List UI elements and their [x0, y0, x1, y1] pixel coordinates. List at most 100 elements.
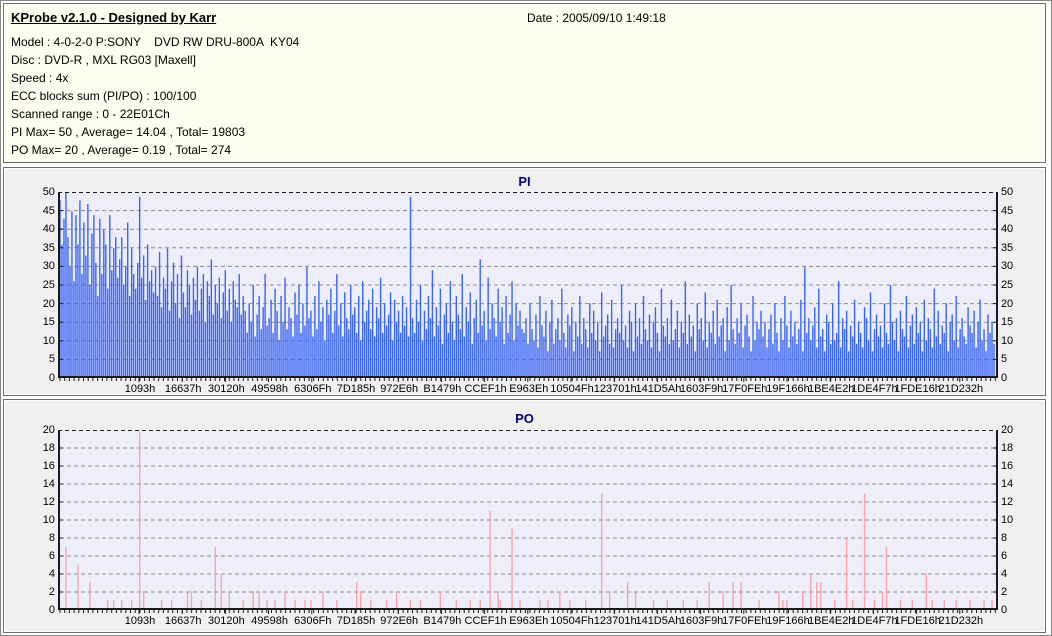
- y-axis-tick-label: 25: [42, 279, 55, 291]
- po-chart-title: PO: [515, 411, 534, 426]
- y-axis-tick-label: 50: [1000, 186, 1014, 198]
- y-axis-tick-label: 16: [1000, 460, 1014, 472]
- x-axis-tick-label: 1DE4F7h: [851, 615, 898, 627]
- pi-chart-panel: PI 0 5 10 15 20 25 30 35 40 45 50 0 5 10 15 20 25 30 35 40…: [3, 167, 1046, 396]
- x-axis-tick-label: 7D185h: [336, 615, 376, 627]
- x-axis-tick-label: 10504Fh: [550, 615, 594, 627]
- y-axis-tick-label: 5: [1000, 353, 1008, 366]
- y-axis-tick-label: 20: [42, 424, 55, 436]
- info-line: ECC blocks sum (PI/PO) : 100/100: [11, 89, 197, 103]
- x-axis-tick-label: 972E6h: [380, 615, 419, 627]
- x-axis-tick-label: 1BE4E2h: [807, 383, 855, 395]
- y-axis-tick-label: 30: [42, 260, 55, 273]
- x-axis-tick-label: 123701h: [593, 615, 637, 627]
- x-axis-tick-label: 21D232h: [938, 615, 984, 627]
- x-axis-tick-label: 1DE4F7h: [851, 383, 898, 395]
- y-axis-tick-label: 0: [48, 604, 55, 616]
- x-axis-tick-label: 6306Fh: [294, 615, 332, 627]
- y-axis-tick-label: 14: [1000, 478, 1014, 490]
- y-axis-tick-label: 10: [1000, 514, 1014, 526]
- scan-date: Date : 2005/09/10 1:49:18: [527, 11, 666, 25]
- y-axis-tick-label: 40: [42, 223, 55, 236]
- y-axis-tick-label: 40: [1000, 223, 1014, 236]
- x-axis-tick-label: E963Eh: [509, 383, 549, 395]
- x-axis-tick-label: 21D232h: [938, 383, 984, 395]
- y-axis-tick-label: 6: [48, 550, 55, 562]
- y-axis-tick-label: 20: [1000, 297, 1014, 310]
- po-y-axis-right: 0 2 4 6 8 10 12 14 16 18 20: [998, 424, 1045, 616]
- y-axis-tick-label: 10: [42, 514, 55, 526]
- x-axis-tick-label: CCEF1h: [464, 615, 507, 627]
- pi-y-axis-right: 0 5 10 15 20 25 30 35 40 45 50: [998, 186, 1045, 384]
- info-line: PI Max= 50 , Average= 14.04 , Total= 198…: [11, 125, 246, 139]
- y-axis-tick-label: 5: [48, 353, 55, 366]
- y-axis-tick-label: 0: [1000, 372, 1008, 384]
- po-x-axis-labels: 1093h 16637h 30120h 49598h 6306Fh 7D185h 972E6…: [59, 615, 999, 629]
- x-axis-tick-label: 141D5Ah: [635, 615, 682, 627]
- y-axis-tick-label: 4: [1000, 568, 1008, 580]
- po-y-axis-left: 0 2 4 6 8 10 12 14 16 18 20: [4, 424, 58, 616]
- y-axis-tick-label: 15: [1000, 316, 1014, 329]
- y-axis-tick-label: 12: [1000, 496, 1014, 508]
- x-axis-tick-label: 49598h: [251, 615, 288, 627]
- x-axis-tick-label: 49598h: [251, 383, 288, 395]
- pi-plot: [57, 192, 998, 383]
- x-axis-tick-label: 19F166h: [766, 383, 810, 395]
- po-chart-panel: PO 0 2 4 6 8 10 12 14 16 18 20 0 2 4 6 8 10 12 14 16 18 20 1…: [3, 399, 1046, 633]
- y-axis-tick-label: 45: [42, 204, 55, 217]
- po-plot: [57, 430, 998, 615]
- info-line: Speed : 4x: [11, 71, 69, 85]
- x-axis-tick-label: 16637h: [164, 383, 202, 395]
- y-axis-tick-label: 4: [48, 568, 55, 580]
- x-axis-tick-label: 1FDE16h: [894, 383, 941, 395]
- x-axis-tick-label: CCEF1h: [464, 383, 507, 395]
- y-axis-tick-label: 16: [42, 460, 55, 472]
- y-axis-tick-label: 8: [48, 532, 55, 544]
- y-axis-tick-label: 18: [1000, 442, 1014, 454]
- x-axis-tick-label: 1BE4E2h: [807, 615, 855, 627]
- x-axis-tick-label: 17F0FEh: [722, 383, 768, 395]
- y-axis-tick-label: 14: [42, 478, 55, 490]
- x-axis-tick-label: 1603F9h: [679, 383, 724, 395]
- x-axis-tick-label: 972E6h: [380, 383, 419, 395]
- y-axis-tick-label: 10: [1000, 334, 1014, 347]
- y-axis-tick-label: 45: [1000, 204, 1014, 217]
- x-axis-tick-label: 30120h: [208, 383, 245, 395]
- y-axis-tick-label: 8: [1000, 532, 1008, 544]
- y-axis-tick-label: 10: [42, 334, 55, 347]
- pi-y-axis-left: 0 5 10 15 20 25 30 35 40 45 50: [4, 186, 58, 384]
- x-axis-tick-label: 7D185h: [336, 383, 376, 395]
- y-axis-tick-label: 18: [42, 442, 55, 454]
- x-axis-tick-label: 1093h: [124, 383, 156, 395]
- y-axis-tick-label: 0: [1000, 604, 1008, 616]
- y-axis-tick-label: 2: [48, 586, 55, 598]
- y-axis-tick-label: 6: [1000, 550, 1008, 562]
- x-axis-tick-label: 123701h: [593, 383, 637, 395]
- x-axis-tick-label: 10504Fh: [550, 383, 594, 395]
- y-axis-tick-label: 20: [42, 297, 55, 310]
- y-axis-tick-label: 12: [42, 496, 55, 508]
- info-line: Disc : DVD-R , MXL RG03 [Maxell]: [11, 53, 196, 67]
- y-axis-tick-label: 35: [42, 241, 55, 254]
- x-axis-tick-label: 141D5Ah: [635, 383, 682, 395]
- y-axis-tick-label: 20: [1000, 424, 1014, 436]
- x-axis-tick-label: 16637h: [164, 615, 202, 627]
- y-axis-tick-label: 50: [42, 186, 55, 198]
- info-line: PO Max= 20 , Average= 0.19 , Total= 274: [11, 143, 232, 157]
- x-axis-tick-label: B1479h: [423, 383, 462, 395]
- y-axis-tick-label: 30: [1000, 260, 1014, 273]
- pi-x-axis-labels: 1093h 16637h 30120h 49598h 6306Fh 7D185h 972E6…: [59, 383, 999, 397]
- x-axis-tick-label: 30120h: [208, 615, 245, 627]
- x-axis-tick-label: B1479h: [423, 615, 462, 627]
- x-axis-tick-label: 19F166h: [766, 615, 810, 627]
- x-axis-tick-label: 17F0FEh: [722, 615, 768, 627]
- app-window: KProbe v2.1.0 - Designed by Karr Date : …: [0, 0, 1052, 636]
- x-axis-tick-label: 6306Fh: [294, 383, 332, 395]
- scan-info-lines: Model : 4-0-2-0 P:SONY DVD RW DRU-800A K…: [11, 33, 299, 159]
- x-axis-tick-label: 1FDE16h: [894, 615, 941, 627]
- y-axis-tick-label: 15: [42, 316, 55, 329]
- y-axis-tick-label: 2: [1000, 586, 1008, 598]
- scan-info-panel: KProbe v2.1.0 - Designed by Karr Date : …: [3, 3, 1046, 163]
- x-axis-tick-label: 1093h: [124, 615, 156, 627]
- y-axis-tick-label: 25: [1000, 279, 1014, 291]
